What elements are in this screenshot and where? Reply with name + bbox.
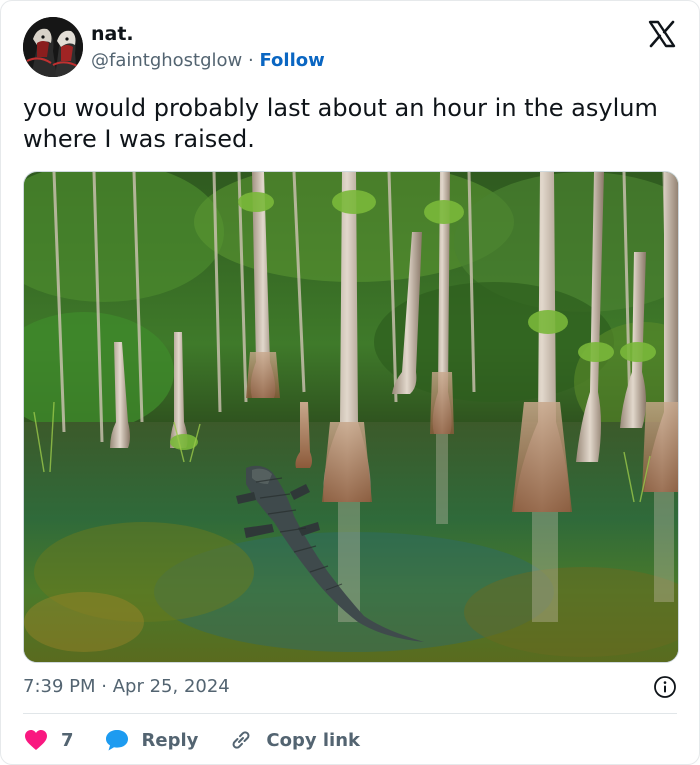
tweet-photo[interactable] [23, 171, 679, 663]
author-handle-row: @faintghostglow · Follow [91, 50, 325, 72]
reply-label: Reply [141, 729, 199, 751]
tweet-timestamp[interactable]: 7:39 PM · Apr 25, 2024 [23, 676, 230, 698]
divider [23, 713, 677, 714]
author-handle[interactable]: @faintghostglow [91, 50, 242, 71]
speech-bubble-icon [105, 730, 128, 751]
tweet-card: nat. @faintghostglow · Follow you would … [0, 0, 700, 765]
heart-icon [25, 730, 47, 750]
timestamp-separator: · [101, 676, 107, 697]
info-icon[interactable] [653, 675, 677, 699]
link-icon [232, 731, 250, 749]
tweet-time: 7:39 PM [23, 676, 96, 697]
tweet-date: Apr 25, 2024 [112, 676, 230, 697]
separator-dot: · [248, 50, 254, 71]
tweet-text: you would probably last about an hour in… [23, 94, 658, 153]
action-bar: 7 Reply Copy link [23, 725, 390, 755]
avatar[interactable] [23, 17, 83, 77]
reply-button[interactable]: Reply [104, 728, 199, 752]
follow-button[interactable]: Follow [259, 50, 324, 71]
like-count: 7 [61, 729, 74, 751]
author-name[interactable]: nat. [91, 23, 134, 45]
copy-link-label: Copy link [266, 729, 360, 751]
x-logo-icon[interactable] [647, 19, 677, 49]
tweet-header: nat. @faintghostglow · Follow [23, 17, 681, 79]
copy-link-button[interactable]: Copy link [228, 728, 360, 752]
like-button[interactable]: 7 [23, 728, 74, 752]
